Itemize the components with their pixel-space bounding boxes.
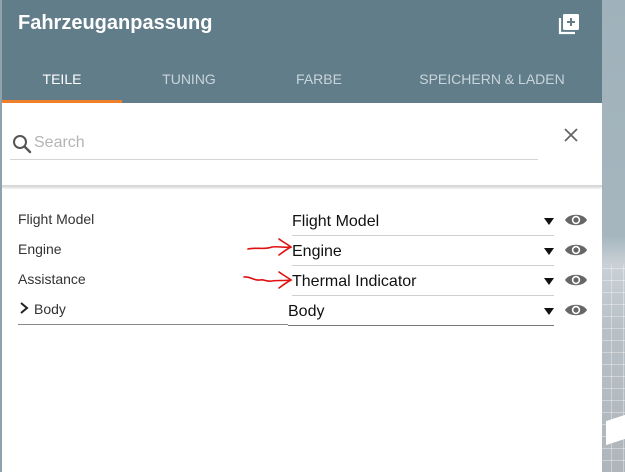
select-underline xyxy=(292,265,554,266)
dropdown-caret-icon xyxy=(544,308,554,315)
visibility-eye-icon[interactable] xyxy=(564,272,588,288)
part-row-engine: Engine Engine xyxy=(18,239,588,269)
part-select-flight-model[interactable]: Flight Model xyxy=(292,209,554,236)
part-row-assistance: Assistance Thermal Indicator xyxy=(18,269,588,299)
part-select-value: Body xyxy=(288,303,325,320)
visibility-eye-icon[interactable] xyxy=(564,212,588,228)
part-label: Engine xyxy=(18,241,62,257)
tab-teile[interactable]: TEILE xyxy=(2,56,122,103)
part-row-body[interactable]: Body Body xyxy=(18,299,588,329)
dropdown-caret-icon xyxy=(544,218,554,225)
active-tab-indicator xyxy=(2,100,122,103)
library-add-button[interactable] xyxy=(558,13,580,35)
tab-tuning[interactable]: TUNING xyxy=(129,56,249,103)
select-underline xyxy=(288,325,554,326)
search-field xyxy=(10,124,538,160)
library-add-icon xyxy=(558,14,579,35)
panel-title: Fahrzeuganpassung xyxy=(18,12,213,34)
chevron-right-icon[interactable] xyxy=(18,301,30,315)
group-underline xyxy=(18,324,288,325)
visibility-eye-icon[interactable] xyxy=(564,242,588,258)
tab-farbe[interactable]: FARBE xyxy=(259,56,379,103)
search-underline xyxy=(10,159,538,160)
part-row-flight-model: Flight Model Flight Model xyxy=(18,209,588,239)
close-icon xyxy=(564,128,578,142)
dropdown-caret-icon xyxy=(544,278,554,285)
part-select-value: Engine xyxy=(292,243,342,260)
vehicle-customization-panel: Fahrzeuganpassung TEILE TUNING FARBE SPE… xyxy=(2,0,602,472)
part-select-value: Thermal Indicator xyxy=(292,273,417,290)
select-underline xyxy=(292,295,554,296)
part-select-assistance[interactable]: Thermal Indicator xyxy=(292,269,554,296)
panel-header: Fahrzeuganpassung TEILE TUNING FARBE SPE… xyxy=(2,0,602,103)
part-select-value: Flight Model xyxy=(292,213,380,230)
visibility-eye-icon[interactable] xyxy=(564,302,588,318)
section-divider xyxy=(2,185,602,187)
tab-speichern-laden[interactable]: SPEICHERN & LADEN xyxy=(402,56,582,103)
select-underline xyxy=(292,235,554,236)
search-icon xyxy=(13,135,32,154)
part-select-engine[interactable]: Engine xyxy=(292,239,554,266)
search-input[interactable] xyxy=(34,131,534,155)
part-label: Assistance xyxy=(18,271,86,287)
part-select-body[interactable]: Body xyxy=(288,299,554,326)
part-label: Body xyxy=(34,301,66,317)
part-label: Flight Model xyxy=(18,211,95,227)
dropdown-caret-icon xyxy=(544,248,554,255)
clear-search-button[interactable] xyxy=(562,126,580,144)
tab-bar: TEILE TUNING FARBE SPEICHERN & LADEN xyxy=(2,56,602,103)
game-scene-background xyxy=(600,0,625,472)
